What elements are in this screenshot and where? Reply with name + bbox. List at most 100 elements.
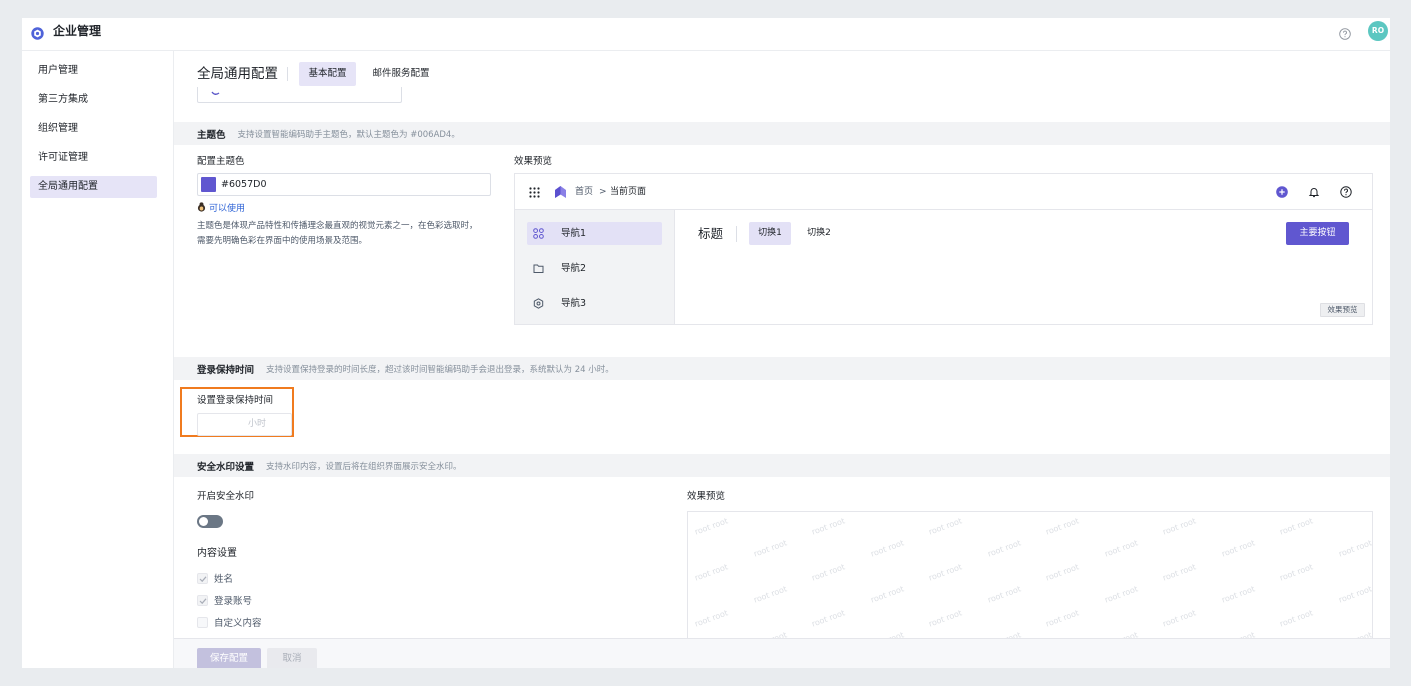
watermark-text: root root bbox=[810, 608, 847, 629]
breadcrumb-separator: > bbox=[599, 187, 607, 197]
watermark-preview: root root root root root root root root root… bbox=[687, 511, 1373, 651]
color-hint: 可以使用 bbox=[197, 201, 246, 214]
watermark-text: root root bbox=[1161, 562, 1198, 583]
watermark-text: root root bbox=[927, 608, 964, 629]
watermark-text: root root bbox=[1337, 538, 1373, 559]
tab-mail-settings[interactable]: 邮件服务配置 bbox=[363, 62, 439, 86]
content-settings-label: 内容设置 bbox=[197, 548, 237, 559]
preview-tag: 效果预览 bbox=[1320, 303, 1365, 317]
help-text-line: 主题色是体现产品特性和传播理念最直观的视觉元素之一，在色彩选取时， bbox=[197, 221, 478, 231]
watermark-text: root root bbox=[1161, 608, 1198, 629]
section-description: 支持设置保持登录的时间长度，超过该时间智能编码助手会退出登录，系统默认为 24 … bbox=[266, 364, 614, 375]
preview-content-title: 标题 bbox=[698, 226, 724, 241]
watermark-text: root root bbox=[693, 516, 730, 537]
option-account[interactable]: 登录账号 bbox=[197, 594, 253, 607]
preview-primary-button[interactable]: 主要按钮 bbox=[1286, 222, 1349, 245]
watermark-preview-label: 效果预览 bbox=[687, 491, 726, 502]
watermark-text: root root bbox=[927, 562, 964, 583]
sidebar-item-license[interactable]: 许可证管理 bbox=[30, 147, 157, 169]
watermark-text: root root bbox=[869, 538, 905, 559]
nav-label: 导航1 bbox=[561, 228, 587, 239]
folder-icon bbox=[533, 264, 544, 273]
sidebar-item-global-settings[interactable]: 全局通用配置 bbox=[30, 176, 157, 198]
sidebar-item-users[interactable]: 用户管理 bbox=[30, 60, 157, 82]
hexagon-icon bbox=[533, 298, 544, 309]
checkbox[interactable] bbox=[197, 616, 208, 628]
sidebar-item-organization[interactable]: 组织管理 bbox=[30, 118, 157, 140]
grid-menu-icon bbox=[529, 187, 540, 198]
preview-nav-item[interactable]: 导航1 bbox=[527, 222, 662, 245]
watermark-text: root root bbox=[1278, 516, 1315, 537]
watermark-text: root root bbox=[810, 516, 847, 537]
unit-suffix: 小时 bbox=[248, 419, 267, 429]
section-title: 登录保持时间 bbox=[197, 364, 255, 376]
watermark-text: root root bbox=[693, 608, 730, 629]
login-duration-input[interactable]: 小时 bbox=[197, 413, 292, 436]
tip-icon bbox=[197, 202, 206, 212]
watermark-text: root root bbox=[693, 562, 730, 583]
save-button[interactable]: 保存配置 bbox=[197, 648, 261, 668]
preview-tab[interactable]: 切换1 bbox=[749, 222, 791, 245]
preview-nav: 导航1 导航2 导航3 bbox=[515, 210, 675, 324]
theme-section-header: 主题色 支持设置智能编码助手主题色，默认主题色为 #006AD4。 bbox=[174, 122, 1390, 145]
logo-upload-field[interactable] bbox=[197, 87, 402, 103]
theme-color-label: 配置主题色 bbox=[197, 156, 245, 167]
nav-label: 导航2 bbox=[561, 263, 587, 274]
avatar[interactable]: RO bbox=[1368, 21, 1388, 41]
preview-top-bar: 首页 > 当前页面 bbox=[515, 174, 1372, 210]
preview-divider bbox=[736, 226, 737, 242]
watermark-text: root root bbox=[1044, 562, 1081, 583]
watermark-text: root root bbox=[1044, 516, 1081, 537]
watermark-text: root root bbox=[1278, 562, 1315, 583]
checkbox-label: 姓名 bbox=[214, 574, 234, 585]
cancel-button[interactable]: 取消 bbox=[267, 648, 317, 668]
theme-preview: 首页 > 当前页面 导航1 导航2 导航3 标题 切换1 切换2 主要按钮 效果… bbox=[514, 173, 1373, 325]
watermark-text: root root bbox=[1103, 538, 1139, 559]
section-title: 安全水印设置 bbox=[197, 461, 255, 473]
option-custom[interactable]: 自定义内容 bbox=[197, 616, 262, 629]
watermark-text: root root bbox=[869, 584, 905, 605]
help-text-line: 需要先明确色彩在界面中的使用场景及范围。 bbox=[197, 236, 368, 246]
breadcrumb-home[interactable]: 首页 bbox=[575, 185, 593, 199]
toggle-knob bbox=[199, 517, 208, 526]
question-circle-icon[interactable] bbox=[1340, 186, 1352, 198]
watermark-text: root root bbox=[986, 584, 1022, 605]
hint-text: 可以使用 bbox=[209, 203, 246, 214]
watermark-toggle-label: 开启安全水印 bbox=[197, 491, 255, 502]
login-section-header: 登录保持时间 支持设置保持登录的时间长度，超过该时间智能编码助手会退出登录，系统… bbox=[174, 357, 1390, 380]
watermark-toggle[interactable] bbox=[197, 515, 223, 528]
color-swatch[interactable] bbox=[201, 177, 216, 192]
watermark-text: root root bbox=[1161, 516, 1198, 537]
sidebar-item-integrations[interactable]: 第三方集成 bbox=[30, 89, 157, 111]
checkbox-label: 登录账号 bbox=[214, 596, 253, 607]
watermark-text: root root bbox=[927, 516, 964, 537]
preview-nav-item[interactable]: 导航2 bbox=[527, 257, 662, 280]
preview-label: 效果预览 bbox=[514, 156, 553, 167]
logo-preview-icon bbox=[211, 91, 220, 95]
hex-logo-icon bbox=[31, 25, 44, 40]
help-icon[interactable] bbox=[1339, 25, 1351, 40]
preview-nav-item[interactable]: 导航3 bbox=[527, 292, 662, 315]
bell-icon[interactable] bbox=[1308, 186, 1320, 198]
watermark-text: root root bbox=[1103, 584, 1139, 605]
theme-color-input[interactable]: #6057D0 bbox=[197, 173, 491, 196]
nav-label: 导航3 bbox=[561, 298, 587, 309]
tab-basic-settings[interactable]: 基本配置 bbox=[299, 62, 356, 86]
preview-tab[interactable]: 切换2 bbox=[799, 222, 839, 245]
watermark-text: root root bbox=[1044, 608, 1081, 629]
sidebar: 用户管理 第三方集成 组织管理 许可证管理 全局通用配置 bbox=[22, 51, 174, 668]
app-title: 企业管理 bbox=[53, 24, 102, 38]
watermark-section-header: 安全水印设置 支持水印内容，设置后将在组织界面展示安全水印。 bbox=[174, 454, 1390, 477]
watermark-text: root root bbox=[1337, 584, 1373, 605]
watermark-text: root root bbox=[1220, 538, 1256, 559]
checkbox[interactable] bbox=[197, 572, 208, 584]
page-title: 全局通用配置 bbox=[197, 66, 278, 82]
color-value: #6057D0 bbox=[221, 179, 267, 190]
plus-circle-icon[interactable] bbox=[1276, 186, 1288, 198]
checkbox[interactable] bbox=[197, 594, 208, 606]
header-divider bbox=[287, 67, 288, 81]
watermark-text: root root bbox=[1220, 584, 1256, 605]
option-name[interactable]: 姓名 bbox=[197, 572, 234, 585]
footer-bar: 保存配置 取消 bbox=[174, 638, 1390, 668]
preview-logo-icon bbox=[555, 186, 566, 198]
